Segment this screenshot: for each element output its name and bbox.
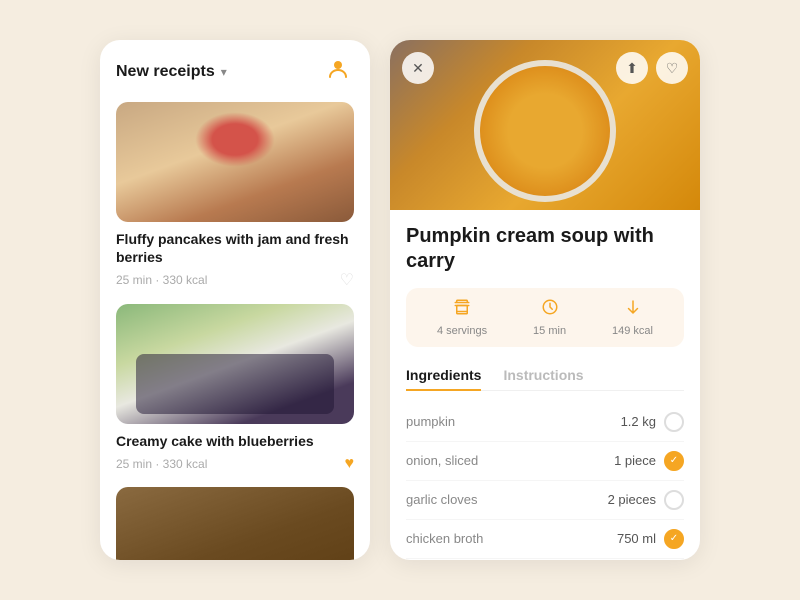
recipe-card-blueberry[interactable]: Creamy cake with blueberries 25 min · 330… — [116, 304, 354, 472]
left-header: New receipts ▾ — [116, 56, 354, 88]
recipe-title-pancakes: Fluffy pancakes with jam and fresh berri… — [116, 230, 354, 266]
stat-value-1: 15 min — [533, 325, 566, 337]
stat-icon-1 — [541, 298, 559, 321]
share-icon: ⬆ — [626, 60, 638, 77]
recipe-detail: Pumpkin cream soup with carry 4 servings… — [390, 210, 700, 560]
tab-instructions[interactable]: Instructions — [503, 361, 583, 391]
stat-item-1: 15 min — [533, 298, 566, 337]
close-button[interactable]: ✕ — [402, 52, 434, 84]
ingredient-checkbox[interactable]: ✓ — [664, 529, 684, 549]
user-icon — [326, 57, 350, 87]
app-container: New receipts ▾ Fluffy pancakes with jam … — [100, 40, 700, 560]
recipe-meta-blueberry: 25 min · 330 kcal ♥ — [116, 455, 354, 473]
ingredient-name: garlic cloves — [406, 492, 478, 507]
ingredient-right: 750 ml ✓ — [617, 529, 684, 549]
ingredient-checkbox[interactable] — [664, 412, 684, 432]
recipe-image-blueberry — [116, 304, 354, 424]
ingredient-name: chicken broth — [406, 531, 483, 546]
heart-icon-blueberry[interactable]: ♥ — [345, 455, 355, 473]
hero-controls: ✕ ⬆ ♡ — [402, 52, 688, 84]
header-left: New receipts ▾ — [116, 63, 227, 81]
ingredient-name: pumpkin — [406, 414, 455, 429]
recipe-meta-text: 25 min · 330 kcal — [116, 273, 207, 287]
receipts-title: New receipts — [116, 63, 215, 81]
recipe-image-pancakes — [116, 102, 354, 222]
recipe-title-blueberry: Creamy cake with blueberries — [116, 432, 354, 450]
hero-right-buttons: ⬆ ♡ — [616, 52, 688, 84]
recipe-card-pancakes[interactable]: Fluffy pancakes with jam and fresh berri… — [116, 102, 354, 290]
ingredient-row[interactable]: chicken broth 750 ml ✓ — [406, 520, 684, 559]
stat-value-0: 4 servings — [437, 325, 487, 337]
left-panel: New receipts ▾ Fluffy pancakes with jam … — [100, 40, 370, 560]
stat-value-2: 149 kcal — [612, 325, 653, 337]
ingredient-amount: 750 ml — [617, 531, 656, 546]
stat-icon-0 — [453, 298, 471, 321]
dropdown-arrow-icon[interactable]: ▾ — [221, 65, 227, 79]
recipe-meta-text: 25 min · 330 kcal — [116, 457, 207, 471]
user-icon-button[interactable] — [322, 56, 354, 88]
recipe-cards-container: Fluffy pancakes with jam and fresh berri… — [116, 102, 354, 560]
ingredient-right: 2 pieces — [608, 490, 684, 510]
ingredient-right: 1 piece ✓ — [614, 451, 684, 471]
ingredient-name: onion, sliced — [406, 453, 478, 468]
recipe-title: Pumpkin cream soup with carry — [406, 224, 684, 274]
ingredient-amount: 2 pieces — [608, 492, 656, 507]
stat-item-2: 149 kcal — [612, 298, 653, 337]
right-panel: ✕ ⬆ ♡ Pumpkin cream soup with carry 4 se… — [390, 40, 700, 560]
recipe-stats: 4 servings 15 min 149 kcal — [406, 288, 684, 347]
tabs-container: Ingredients Instructions — [406, 361, 684, 391]
ingredient-amount: 1.2 kg — [621, 414, 656, 429]
ingredient-checkbox[interactable]: ✓ — [664, 451, 684, 471]
stat-item-0: 4 servings — [437, 298, 487, 337]
heart-icon-pancakes[interactable]: ♡ — [340, 270, 354, 290]
close-icon: ✕ — [412, 60, 424, 77]
ingredient-checkbox[interactable] — [664, 490, 684, 510]
ingredients-list: pumpkin 1.2 kg onion, sliced 1 piece ✓ garlic… — [406, 403, 684, 561]
ingredient-amount: 1 piece — [614, 453, 656, 468]
stat-icon-2 — [624, 298, 642, 321]
recipe-card-brownie[interactable]: Chocolate brownie bars40 min · 420 kcal♡ — [116, 487, 354, 560]
recipe-image-brownie — [116, 487, 354, 560]
ingredient-right: 1.2 kg — [621, 412, 684, 432]
ingredient-row[interactable]: garlic cloves 2 pieces — [406, 481, 684, 520]
ingredient-row[interactable]: onion, sliced 1 piece ✓ — [406, 442, 684, 481]
stats-container: 4 servings 15 min 149 kcal — [414, 298, 676, 337]
ingredient-row[interactable]: pumpkin 1.2 kg — [406, 403, 684, 442]
heart-icon: ♡ — [666, 60, 679, 77]
tab-ingredients[interactable]: Ingredients — [406, 361, 481, 391]
ingredient-row[interactable]: water250 ml✓ — [406, 559, 684, 561]
recipe-meta-pancakes: 25 min · 330 kcal ♡ — [116, 270, 354, 290]
recipe-hero: ✕ ⬆ ♡ — [390, 40, 700, 210]
like-button[interactable]: ♡ — [656, 52, 688, 84]
share-button[interactable]: ⬆ — [616, 52, 648, 84]
